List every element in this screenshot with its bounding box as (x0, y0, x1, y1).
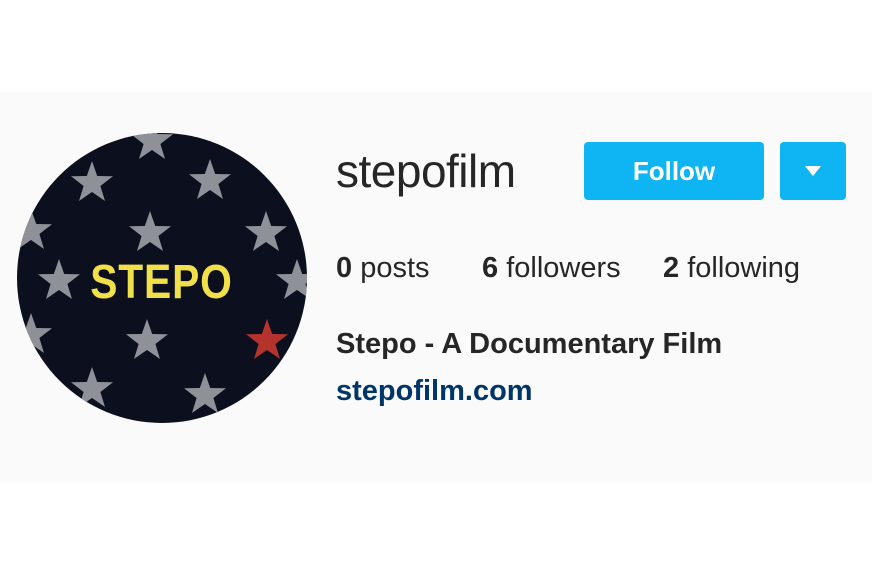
avatar-logo-text: STEPO (90, 256, 233, 309)
posts-count: 0 (336, 252, 353, 284)
caret-down-icon (805, 166, 821, 176)
followers-count: 6 (482, 252, 499, 284)
posts-stat[interactable]: 0 posts (336, 248, 430, 288)
followers-label: followers (506, 252, 621, 284)
options-dropdown-button[interactable] (780, 142, 846, 200)
posts-label: posts (360, 252, 430, 284)
profile-website-link[interactable]: stepofilm.com (336, 375, 533, 408)
followers-stat[interactable]: 6 followers (482, 248, 621, 288)
profile-stats: 0 posts 6 followers 2 following (336, 248, 816, 288)
profile-avatar[interactable]: STEPO (17, 133, 307, 423)
following-label: following (687, 252, 801, 284)
avatar-image: STEPO (17, 133, 307, 423)
username: stepofilm (336, 145, 516, 197)
following-count: 2 (663, 252, 680, 284)
follow-button[interactable]: Follow (584, 142, 764, 200)
profile-full-name: Stepo - A Documentary Film (336, 328, 723, 360)
following-stat[interactable]: 2 following (663, 248, 800, 288)
